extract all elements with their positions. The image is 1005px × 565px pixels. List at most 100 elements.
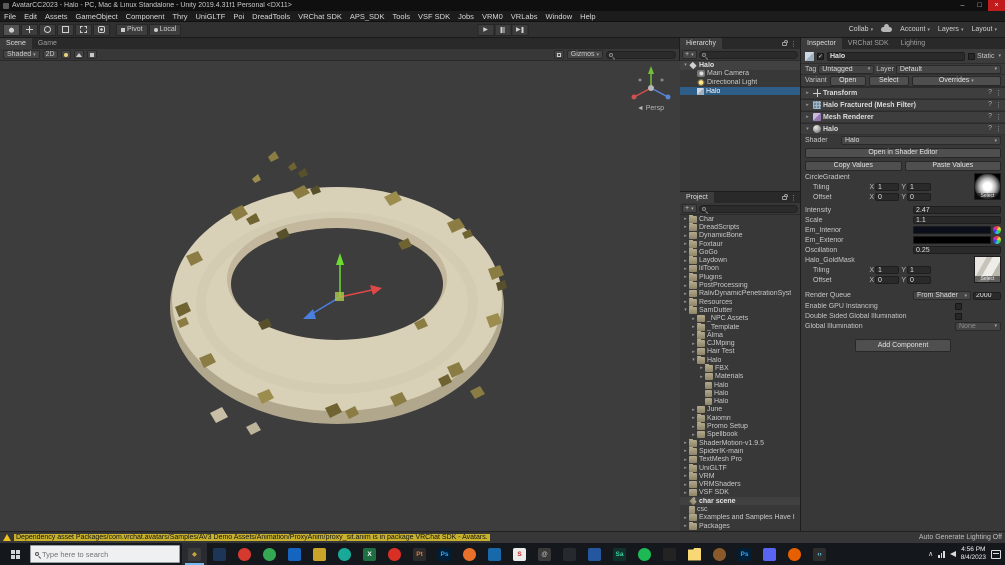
rotate-tool-button[interactable] [39,24,56,36]
material-header[interactable]: ▾ Halo ?⋮ [801,123,1005,135]
taskbar-search[interactable] [30,545,180,563]
minimize-button[interactable]: – [954,0,971,11]
foldout-arrow-icon[interactable]: ▸ [682,482,689,488]
network-icon[interactable] [938,550,945,558]
project-item[interactable]: ▸ Promo Setup [680,422,800,430]
close-button[interactable]: × [988,0,1005,11]
foldout-arrow-icon[interactable]: ▸ [698,365,705,371]
prefab-open-button[interactable]: Open [830,76,866,86]
menu-item[interactable]: Poi [229,12,248,21]
project-item[interactable]: ▸ DreadScripts [680,223,800,231]
menu-item[interactable]: File [0,12,20,21]
layers-dropdown[interactable]: Layers▾ [938,26,964,33]
hierarchy-search-input[interactable] [699,51,798,59]
shading-mode-dropdown[interactable]: Shaded▾ [3,50,40,59]
taskbar-app-icon[interactable] [282,543,307,565]
open-shader-editor-button[interactable]: Open in Shader Editor [805,148,1001,158]
menu-item[interactable]: Jobs [454,12,478,21]
context-menu-icon[interactable]: ⋮ [995,113,1002,121]
foldout-arrow-icon[interactable]: ▸ [690,341,697,347]
perspective-indicator[interactable]: ◄ Persp [637,105,664,112]
help-icon[interactable]: ? [988,101,992,109]
taskbar-app-icon[interactable]: X [357,543,382,565]
foldout-arrow-icon[interactable]: ▸ [690,324,697,330]
foldout-arrow-icon[interactable]: ▸ [682,523,689,529]
tray-expand-icon[interactable]: ∧ [928,550,933,558]
hierarchy-create-button[interactable]: +▾ [682,50,697,59]
project-item[interactable]: ▸ GoGo [680,248,800,256]
tiling-y-field[interactable]: 1 [907,266,931,274]
hierarchy-item[interactable]: ▾ Halo [680,61,800,70]
tab-hierarchy[interactable]: Hierarchy [680,38,722,49]
project-item[interactable]: ▸ Spellbook [680,431,800,439]
taskbar-app-icon[interactable] [582,543,607,565]
volume-icon[interactable] [950,551,956,557]
taskbar-app-icon[interactable]: S [507,543,532,565]
project-item[interactable]: ▸ DynamicBone [680,232,800,240]
prefab-select-button[interactable]: Select [869,76,909,86]
taskbar-app-icon[interactable] [382,543,407,565]
help-icon[interactable]: ? [988,113,992,121]
project-item[interactable]: ▸ _NPC Assets [680,315,800,323]
taskbar-app-icon[interactable] [457,543,482,565]
hierarchy-item[interactable]: Main Camera [680,70,800,79]
account-dropdown[interactable]: Account▾ [900,26,930,33]
taskbar-app-icon[interactable]: Sa [607,543,632,565]
menu-item[interactable]: Assets [41,12,72,21]
transform-tool-button[interactable] [93,24,110,36]
taskbar-app-icon[interactable] [657,543,682,565]
project-item[interactable]: ▸ Char [680,215,800,223]
project-create-button[interactable]: +▾ [682,204,697,213]
tab-vrchat-sdk[interactable]: VRChat SDK [842,38,895,49]
shader-dropdown[interactable]: Halo▾ [841,136,1001,145]
foldout-arrow-icon[interactable]: ▸ [682,515,689,521]
offset-x-field[interactable]: 0 [875,276,899,284]
context-menu-icon[interactable]: ⋮ [995,101,1002,109]
tiling-x-field[interactable]: 1 [875,183,899,191]
foldout-arrow-icon[interactable]: ▸ [682,283,689,289]
pivot-toggle[interactable]: Pivot [116,24,148,36]
context-menu-icon[interactable]: ⋮ [995,125,1002,133]
circle-gradient-thumbnail[interactable]: Select [974,173,1001,200]
double-sided-gi-checkbox[interactable] [955,313,962,320]
scene-fx-toggle[interactable] [87,50,97,59]
foldout-arrow-icon[interactable]: ▸ [682,457,689,463]
taskbar-app-icon[interactable]: Ps [432,543,457,565]
collab-dropdown[interactable]: Collab▾ [849,26,873,33]
foldout-arrow-icon[interactable]: ▸ [682,465,689,471]
tab-inspector[interactable]: Inspector [801,38,842,49]
taskbar-app-icon[interactable] [707,543,732,565]
taskbar-clock[interactable]: 4:56 PM 8/4/2023 [961,546,986,562]
foldout-arrow-icon[interactable]: ▾ [682,307,689,313]
menu-item[interactable]: GameObject [72,12,122,21]
layer-dropdown[interactable]: Default▾ [896,65,1001,74]
scale-field[interactable]: 1.1 [913,216,1001,224]
static-checkbox[interactable] [968,53,975,60]
foldout-arrow-icon[interactable]: ▸ [804,114,811,120]
project-item[interactable]: Halo [680,398,800,406]
scale-tool-button[interactable] [57,24,74,36]
taskbar-app-icon[interactable]: ◆ [182,543,207,565]
prefab-overrides-button[interactable]: Overrides▾ [912,76,1001,86]
menu-item[interactable]: VRM0 [478,12,507,21]
em-exterior-color-field[interactable] [913,236,991,244]
foldout-arrow-icon[interactable]: ▸ [690,316,697,322]
auto-generate-lighting-status[interactable]: Auto Generate Lighting Off [919,534,1002,541]
foldout-arrow-icon[interactable]: ▸ [690,407,697,413]
start-button[interactable] [0,543,30,565]
foldout-arrow-icon[interactable]: ▸ [682,249,689,255]
render-queue-value-field[interactable]: 2000 [973,292,1001,300]
foldout-arrow-icon[interactable]: ▸ [682,258,689,264]
menu-item[interactable]: Edit [20,12,41,21]
step-button[interactable]: ▶ [511,24,528,36]
lock-icon[interactable] [782,42,787,46]
gizmo-grid-toggle[interactable] [554,50,564,59]
project-item[interactable]: ▸ TextMesh Pro [680,456,800,464]
foldout-arrow-icon[interactable]: ▸ [690,349,697,355]
taskbar-app-icon[interactable] [257,543,282,565]
play-button[interactable]: ▶ [477,24,494,36]
foldout-arrow-icon[interactable]: ▸ [682,224,689,230]
foldout-arrow-icon[interactable]: ▸ [682,473,689,479]
project-item[interactable]: ▾ SamDutter [680,306,800,314]
project-item[interactable]: ▸ RalivDynamicPenetrationSyst [680,290,800,298]
